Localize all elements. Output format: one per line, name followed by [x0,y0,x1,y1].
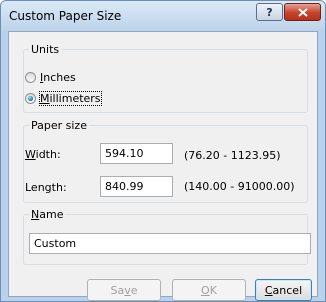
inches-radio-dot[interactable] [25,71,36,83]
dialog-window: Custom Paper Size ? Units Inches Millime… [0,0,326,302]
save-button[interactable]: Save [87,279,161,301]
help-button[interactable]: ? [256,3,283,21]
name-legend: Name [31,208,64,221]
cancel-button-label: Cancel [264,283,303,297]
cancel-button[interactable]: Cancel [255,279,312,301]
millimeters-radio-dot[interactable] [25,92,36,104]
inches-radio[interactable]: Inches [25,70,76,84]
inches-label: Inches [40,70,76,84]
width-field[interactable]: 594.10 [100,143,173,164]
millimeters-label: Millimeters [39,90,102,106]
width-range: (76.20 - 1123.95) [184,149,281,162]
window-title: Custom Paper Size [9,9,122,23]
ok-button[interactable]: OK [172,279,246,301]
length-range: (140.00 - 91000.00) [184,180,295,193]
millimeters-radio[interactable]: Millimeters [25,90,102,106]
title-bar[interactable]: Custom Paper Size ? [1,1,325,31]
width-label: Width: [25,148,61,161]
paper-size-legend: Paper size [31,119,87,132]
name-field[interactable]: Custom [29,233,311,254]
length-label: Length: [25,181,67,194]
units-legend: Units [31,43,60,56]
help-icon: ? [266,5,273,19]
close-icon [297,7,308,17]
close-button[interactable] [284,3,321,21]
ok-button-label: OK [201,283,217,297]
dialog-body: Units Inches Millimeters Paper size Widt… [8,31,318,301]
save-button-label: Save [110,283,138,297]
length-field[interactable]: 840.99 [100,176,173,197]
